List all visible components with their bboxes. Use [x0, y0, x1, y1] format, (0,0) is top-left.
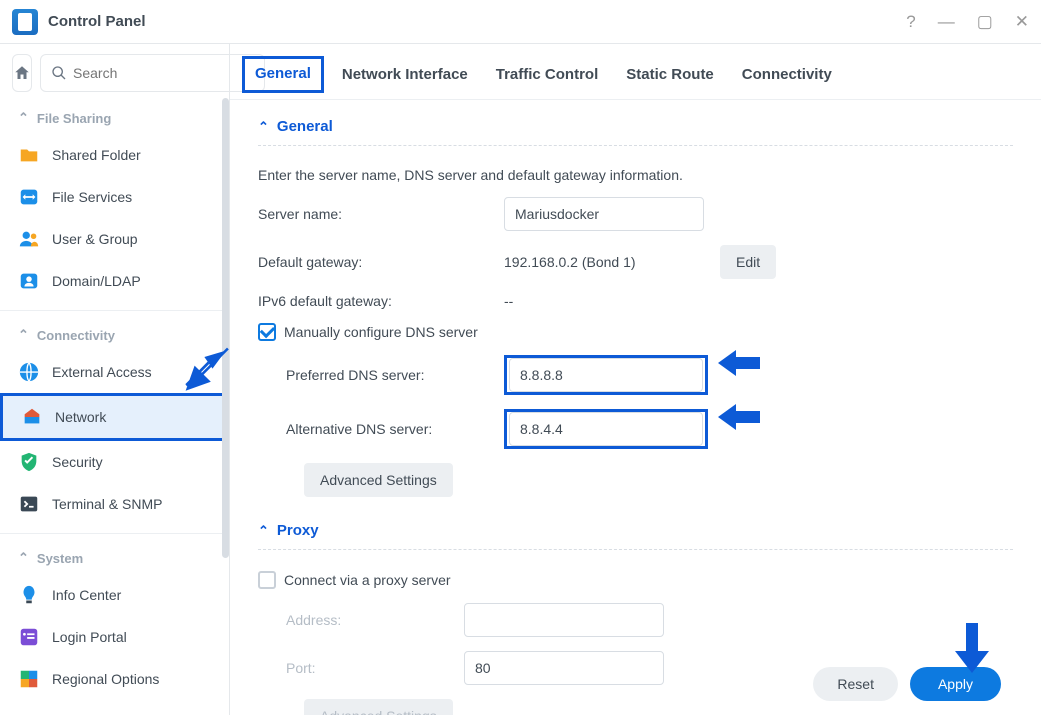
sidebar-item-login-portal[interactable]: Login Portal — [0, 616, 229, 658]
chevron-up-icon: ⌃ — [258, 119, 269, 135]
domain-icon — [18, 270, 40, 292]
sidebar-item-label: Network — [55, 409, 106, 425]
sidebar-item-network[interactable]: Network — [0, 393, 229, 441]
search-input[interactable] — [73, 65, 254, 81]
sidebar-item-label: Shared Folder — [52, 147, 141, 163]
default-gateway-label: Default gateway: — [258, 254, 488, 270]
preferred-dns-input[interactable] — [509, 358, 703, 392]
sidebar-item-external-access[interactable]: External Access — [0, 351, 229, 393]
default-gateway-value: 192.168.0.2 (Bond 1) — [504, 254, 704, 270]
ipv6-gateway-label: IPv6 default gateway: — [258, 293, 488, 309]
proxy-connect-label: Connect via a proxy server — [284, 572, 451, 588]
group-title: Proxy — [277, 522, 319, 539]
preferred-dns-label: Preferred DNS server: — [258, 367, 488, 383]
sidebar-item-regional-options[interactable]: Regional Options — [0, 658, 229, 700]
tab-network-interface[interactable]: Network Interface — [342, 62, 468, 87]
sidebar-item-label: Regional Options — [52, 671, 159, 687]
sidebar-item-label: Domain/LDAP — [52, 273, 141, 289]
main-panel: General Network Interface Traffic Contro… — [230, 44, 1041, 715]
title-bar: Control Panel ? — ▢ ✕ — [0, 0, 1041, 44]
sidebar-item-shared-folder[interactable]: Shared Folder — [0, 134, 229, 176]
chevron-up-icon: ⌃ — [258, 523, 269, 539]
tab-general[interactable]: General — [242, 56, 324, 93]
section-system[interactable]: ⌃ System — [0, 542, 229, 574]
tabs: General Network Interface Traffic Contro… — [230, 44, 1041, 100]
sidebar-item-label: Terminal & SNMP — [52, 496, 162, 512]
chevron-up-icon: ⌃ — [18, 110, 29, 126]
proxy-connect-checkbox[interactable] — [258, 571, 276, 589]
folder-icon — [18, 144, 40, 166]
arrow-left-icon — [718, 346, 760, 380]
maximize-icon[interactable]: ▢ — [977, 13, 993, 30]
ipv6-gateway-value: -- — [504, 293, 513, 309]
chevron-up-icon: ⌃ — [18, 327, 29, 343]
chevron-up-icon: ⌃ — [18, 550, 29, 566]
sidebar-item-user-group[interactable]: User & Group — [0, 218, 229, 260]
home-icon — [13, 64, 31, 82]
manual-dns-checkbox[interactable] — [258, 323, 276, 341]
proxy-address-input — [464, 603, 664, 637]
sidebar-item-domain-ldap[interactable]: Domain/LDAP — [0, 260, 229, 302]
apply-button[interactable]: Apply — [910, 667, 1001, 701]
notification-icon — [18, 710, 40, 715]
alternative-dns-input[interactable] — [509, 412, 703, 446]
group-title: General — [277, 118, 333, 135]
tab-traffic-control[interactable]: Traffic Control — [496, 62, 599, 87]
transfer-icon — [18, 186, 40, 208]
home-button[interactable] — [12, 54, 32, 92]
sidebar-item-label: User & Group — [52, 231, 138, 247]
sidebar-scrollbar[interactable] — [222, 98, 229, 558]
portal-icon — [18, 626, 40, 648]
sidebar-item-terminal-snmp[interactable]: Terminal & SNMP — [0, 483, 229, 525]
shield-icon — [18, 451, 40, 473]
advanced-settings-button[interactable]: Advanced Settings — [304, 463, 453, 497]
section-label: Connectivity — [37, 328, 115, 343]
tab-static-route[interactable]: Static Route — [626, 62, 714, 87]
minimize-icon[interactable]: — — [938, 13, 955, 30]
sidebar-item-label: External Access — [52, 364, 152, 380]
sidebar-item-notification[interactable]: Notification — [0, 700, 229, 715]
sidebar-item-label: Security — [52, 454, 103, 470]
tab-connectivity[interactable]: Connectivity — [742, 62, 832, 87]
server-name-label: Server name: — [258, 206, 488, 222]
server-name-input[interactable] — [504, 197, 704, 231]
sidebar-item-security[interactable]: Security — [0, 441, 229, 483]
users-icon — [18, 228, 40, 250]
app-icon — [12, 9, 38, 35]
sidebar-item-label: Login Portal — [52, 629, 127, 645]
terminal-icon — [18, 493, 40, 515]
group-general-header[interactable]: ⌃ General — [258, 118, 1013, 146]
reset-button[interactable]: Reset — [813, 667, 898, 701]
section-file-sharing[interactable]: ⌃ File Sharing — [0, 102, 229, 134]
arrow-left-icon — [718, 400, 760, 434]
network-icon — [21, 406, 43, 428]
help-icon[interactable]: ? — [906, 13, 915, 30]
edit-gateway-button[interactable]: Edit — [720, 245, 776, 279]
manual-dns-label: Manually configure DNS server — [284, 324, 478, 340]
section-label: File Sharing — [37, 111, 111, 126]
window-title: Control Panel — [48, 13, 146, 30]
group-proxy-header[interactable]: ⌃ Proxy — [258, 522, 1013, 550]
sidebar-item-info-center[interactable]: Info Center — [0, 574, 229, 616]
search-icon — [51, 65, 67, 81]
alternative-dns-label: Alternative DNS server: — [258, 421, 488, 437]
globe-icon — [18, 361, 40, 383]
section-connectivity[interactable]: ⌃ Connectivity — [0, 319, 229, 351]
sidebar-item-file-services[interactable]: File Services — [0, 176, 229, 218]
sidebar: ⌃ File Sharing Shared Folder File Servic… — [0, 44, 230, 715]
region-icon — [18, 668, 40, 690]
info-icon — [18, 584, 40, 606]
footer: Reset Apply — [230, 653, 1041, 715]
sidebar-item-label: File Services — [52, 189, 132, 205]
close-icon[interactable]: ✕ — [1015, 13, 1029, 30]
general-description: Enter the server name, DNS server and de… — [258, 167, 683, 183]
section-label: System — [37, 551, 83, 566]
proxy-address-label: Address: — [258, 612, 488, 628]
sidebar-item-label: Info Center — [52, 587, 121, 603]
